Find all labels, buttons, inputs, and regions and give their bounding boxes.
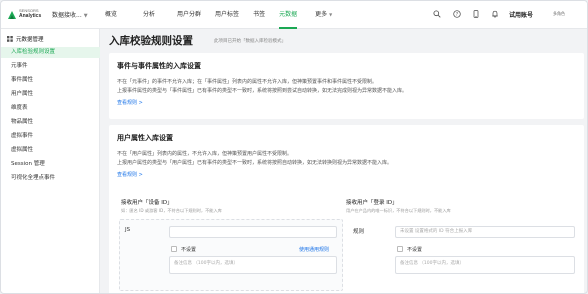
- page-subtitle: 此项目已开始「数据入库检验模式」: [214, 39, 286, 44]
- sidebar: 元数据管理 入库检验规则设置 元事件 事件属性 用户属性 维度表 物品属性 虚拟…: [1, 29, 100, 293]
- use-common-rule-link[interactable]: 使用通用规则: [299, 246, 329, 253]
- platform-label: JS: [125, 227, 131, 233]
- event-ingest-card: 事件与事件属性的入库设置 不在「元事件」的事件不允许入库；在「事件属性」列表内的…: [109, 53, 584, 119]
- main-nav: 概览 分析 用户分群 用户标签 书签 元数据 更多 ▼: [105, 1, 332, 29]
- user-name[interactable]: 试用账号: [509, 10, 533, 19]
- help-icon[interactable]: ?: [453, 10, 461, 18]
- sidebar-item-meta-events[interactable]: 元事件: [1, 61, 100, 72]
- device-id-description: 如：匿名 ID 或游客 ID，不符合以下规则时，不能入库: [121, 208, 222, 213]
- view-rules-link[interactable]: 查看规则 >: [117, 171, 143, 178]
- checkbox-label: 不设置: [181, 247, 197, 253]
- login-id-no-setting-checkbox[interactable]: [397, 246, 403, 252]
- project-selector[interactable]: 数据接收... ▼: [52, 10, 88, 19]
- card-description: 不在「元事件」的事件不允许入库；在「事件属性」列表内的属性不允许入库，但神策预置…: [117, 79, 378, 85]
- device-id-rule-input[interactable]: [169, 226, 337, 238]
- app-window: SENSORS Analytics 数据接收... ▼ 概览 分析 用户分群 用户…: [0, 0, 588, 294]
- nav-user-segments[interactable]: 用户分群: [177, 1, 201, 29]
- device-id-note-textarea[interactable]: 备注信息 （100字以内，选填）: [169, 256, 337, 274]
- nav-overview[interactable]: 概览: [105, 1, 117, 29]
- sidebar-item-visual-autotrack-events[interactable]: 可视化全埋点事件: [1, 173, 100, 184]
- card-description: 上报事件属性的类型与「事件属性」已有事件的类型不一致时，系统将按照到尝试自动转换…: [117, 88, 408, 94]
- nav-more[interactable]: 更多 ▼: [315, 1, 332, 29]
- sidebar-item-session-management[interactable]: Session 管理: [1, 159, 100, 170]
- checkbox-label: 不设置: [407, 247, 423, 253]
- sidebar-item-event-properties[interactable]: 事件属性: [1, 75, 100, 86]
- sidebar-item-virtual-events[interactable]: 虚拟事件: [1, 131, 100, 142]
- device-id-no-setting-checkbox[interactable]: [171, 246, 177, 252]
- login-id-description: 用户在产品内的唯一标识，不符合以下规则时，不能入库: [346, 208, 451, 213]
- project-name: 数据接收...: [52, 12, 82, 19]
- rule-label: 规则: [353, 229, 365, 235]
- user-property-ingest-card: 用户属性入库设置 不在「用户属性」列表内的属性，不允许入库，但神策预置用户属性不…: [109, 125, 584, 293]
- sidebar-item-virtual-properties[interactable]: 虚拟属性: [1, 145, 100, 156]
- card-description: 上报用户属性的类型与「用户属性」已有事件的类型不一致时，系统将按照自动转换，如无…: [117, 160, 393, 166]
- nav-analysis[interactable]: 分析: [143, 1, 155, 29]
- sidebar-item-dimension-tables[interactable]: 维度表: [1, 103, 100, 114]
- logo[interactable]: SENSORS Analytics: [7, 8, 51, 23]
- card-description: 不在「用户属性」列表内的属性，不允许入库，但神策预置用户属性不受限制。: [117, 151, 293, 157]
- nav-user-tags[interactable]: 用户标签: [215, 1, 239, 29]
- brand-line2: Analytics: [19, 13, 42, 19]
- nav-metadata[interactable]: 元数据: [279, 1, 298, 29]
- top-bar: SENSORS Analytics 数据接收... ▼ 概览 分析 用户分群 用户…: [1, 1, 587, 29]
- main-content: 入库校验规则设置 此项目已开始「数据入库检验模式」 事件与事件属性的入库设置 不…: [101, 29, 587, 293]
- device-id-title: 接收用户「设备 ID」: [121, 200, 173, 206]
- search-icon[interactable]: [433, 10, 441, 18]
- sidebar-item-item-properties[interactable]: 物品属性: [1, 117, 100, 128]
- card-title: 事件与事件属性的入库设置: [117, 62, 201, 70]
- login-id-title: 接收用户「登录 ID」: [346, 200, 398, 206]
- user-role: 多角色: [553, 11, 565, 16]
- login-id-rule-input[interactable]: 未设置 设置格式的 ID 符合上报入库: [395, 226, 575, 238]
- nav-bookmarks[interactable]: 书签: [253, 1, 265, 29]
- sidebar-header-label: 元数据管理: [16, 37, 44, 43]
- grid-icon: [7, 36, 13, 42]
- chevron-down-icon: ▼: [83, 13, 88, 19]
- login-id-note-textarea[interactable]: 备注信息 （100字以内，选填）: [395, 256, 575, 274]
- sidebar-item-user-properties[interactable]: 用户属性: [1, 89, 100, 100]
- mobile-icon[interactable]: [472, 10, 480, 18]
- bell-icon[interactable]: [491, 10, 499, 18]
- sidebar-header[interactable]: 元数据管理: [7, 35, 44, 43]
- sensors-logo-icon: [8, 11, 16, 19]
- nav-more-label: 更多: [315, 11, 328, 18]
- view-rules-link[interactable]: 查看规则 >: [117, 99, 143, 106]
- chevron-down-icon: ▼: [329, 12, 333, 17]
- card-title: 用户属性入库设置: [117, 134, 173, 142]
- page-title: 入库校验规则设置: [109, 35, 193, 47]
- sidebar-item-ingest-rules[interactable]: 入库检验规则设置: [1, 47, 100, 58]
